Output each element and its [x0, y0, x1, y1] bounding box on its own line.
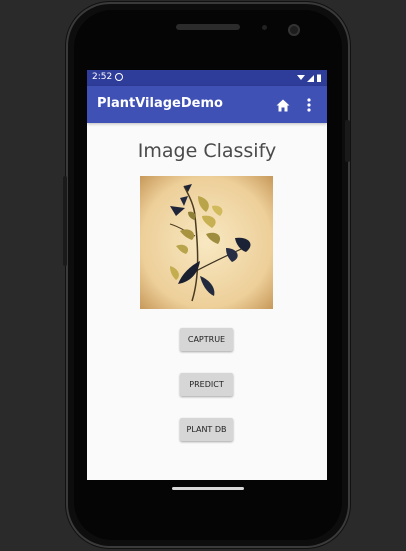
app-bar: PlantVilageDemo — [87, 86, 327, 123]
app-title: PlantVilageDemo — [97, 96, 223, 111]
status-icons — [296, 73, 322, 86]
plant-db-button[interactable]: PLANT DB — [180, 418, 233, 441]
home-gesture-bar[interactable] — [172, 487, 244, 490]
status-bar: 2:52 — [87, 70, 327, 86]
signal-battery-icon — [297, 74, 321, 82]
capture-button[interactable]: CAPTRUE — [180, 328, 233, 351]
more-options-icon[interactable] — [306, 97, 312, 116]
status-time: 2:52 — [92, 72, 113, 82]
front-camera — [288, 24, 300, 36]
notification-icon — [115, 73, 123, 81]
page-title: Image Classify — [137, 140, 277, 162]
power-button[interactable] — [345, 120, 350, 162]
proximity-sensor — [262, 25, 267, 30]
predict-button[interactable]: PREDICT — [180, 373, 233, 396]
app-screen: 2:52 PlantVilageDemo Image Classify CAPT… — [87, 70, 327, 480]
home-icon[interactable] — [276, 97, 290, 116]
plant-image — [140, 176, 273, 309]
earpiece-speaker — [176, 24, 240, 30]
volume-button[interactable] — [63, 176, 67, 266]
